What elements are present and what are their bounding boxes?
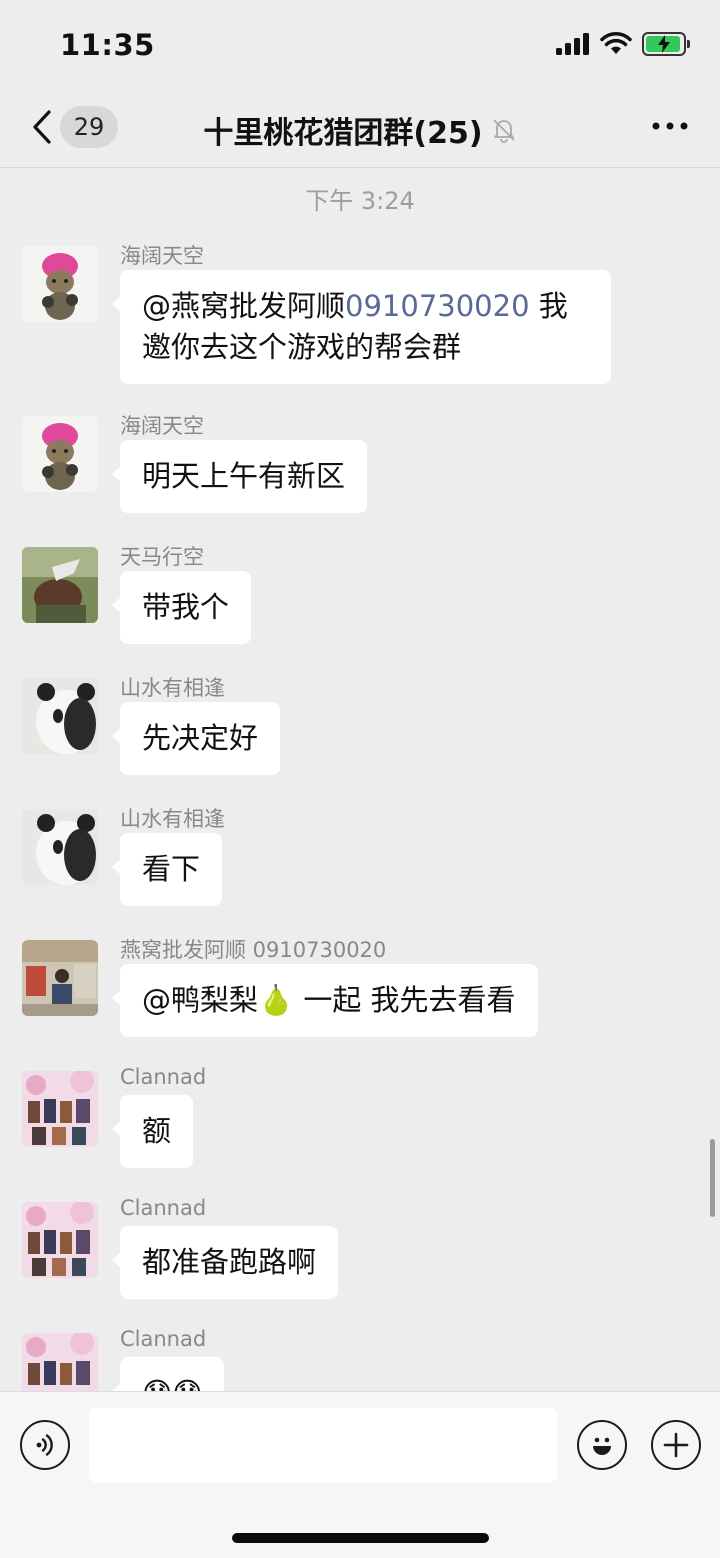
chat-header: 29 十里桃花猎团群(25) (0, 90, 720, 168)
status-time: 11:35 (60, 28, 155, 62)
sender-name: 海阔天空 (120, 414, 204, 438)
status-icons (556, 32, 690, 56)
panda-avatar[interactable] (22, 809, 98, 885)
message-bubble[interactable]: 额 (111, 1095, 194, 1168)
sender-name: 海阔天空 (120, 244, 204, 268)
cat-pink-hat-avatar[interactable] (22, 246, 98, 322)
message-input[interactable] (89, 1408, 557, 1482)
title-group: 十里桃花猎团群(25) (0, 108, 720, 152)
message-bubble[interactable]: 带我个 (111, 571, 252, 644)
message-bubble[interactable]: 都准备跑路啊 (111, 1226, 339, 1299)
message-bubble[interactable]: @鸭梨梨🍐 一起 我先去看看 (112, 964, 538, 1037)
message-text: @燕窝批发阿顺 (142, 289, 346, 323)
voice-icon (36, 1434, 53, 1456)
message-bubble[interactable]: 先决定好 (111, 702, 281, 775)
cat-pink-hat-avatar[interactable] (22, 416, 98, 492)
horse-photo-avatar[interactable] (22, 547, 98, 623)
plus-icon (663, 1432, 689, 1458)
sender-name: Clannad (120, 1196, 207, 1220)
group-title: 十里桃花猎团群(25) (203, 116, 483, 151)
message-bubble[interactable]: 😓😓 (111, 1357, 225, 1391)
battery-icon (642, 32, 690, 56)
chat-area[interactable]: 下午 3:24 海阔天空 @燕窝批发阿顺0910730020 我邀你去这个游戏的… (0, 169, 720, 1391)
anime-collage-avatar[interactable] (22, 1071, 98, 1147)
voice-input-button[interactable] (20, 1420, 70, 1470)
status-bar: 11:35 (0, 0, 720, 90)
more-functions-button[interactable] (651, 1420, 701, 1470)
phone-number-link[interactable]: 0910730020 (345, 289, 530, 323)
message-timestamp: 下午 3:24 (305, 187, 415, 215)
signal-icon (556, 33, 589, 55)
shop-photo-avatar[interactable] (22, 940, 98, 1016)
sender-name: 天马行空 (120, 545, 204, 569)
sender-name: 燕窝批发阿顺 0910730020 (120, 938, 387, 962)
panda-avatar[interactable] (22, 678, 98, 754)
anime-collage-avatar[interactable] (22, 1202, 98, 1278)
message-bubble[interactable]: 看下 (111, 833, 223, 906)
emoji-button[interactable] (577, 1420, 627, 1470)
mute-bell-icon (492, 119, 515, 143)
message-bubble[interactable]: @燕窝批发阿顺0910730020 我邀你去这个游戏的帮会群 (112, 270, 611, 384)
sender-name: Clannad (120, 1065, 207, 1089)
more-dots-icon (652, 122, 688, 130)
home-indicator[interactable] (232, 1533, 489, 1543)
anime-collage-avatar[interactable] (22, 1333, 98, 1391)
message-bubble[interactable]: 明天上午有新区 (111, 440, 368, 513)
sender-name: 山水有相逢 (120, 676, 225, 700)
scrollbar[interactable] (710, 1139, 715, 1217)
sender-name: Clannad (120, 1327, 207, 1351)
more-options-button[interactable] (650, 114, 690, 138)
smiley-icon (593, 1437, 611, 1455)
sender-name: 山水有相逢 (120, 807, 225, 831)
wifi-icon (600, 32, 632, 54)
